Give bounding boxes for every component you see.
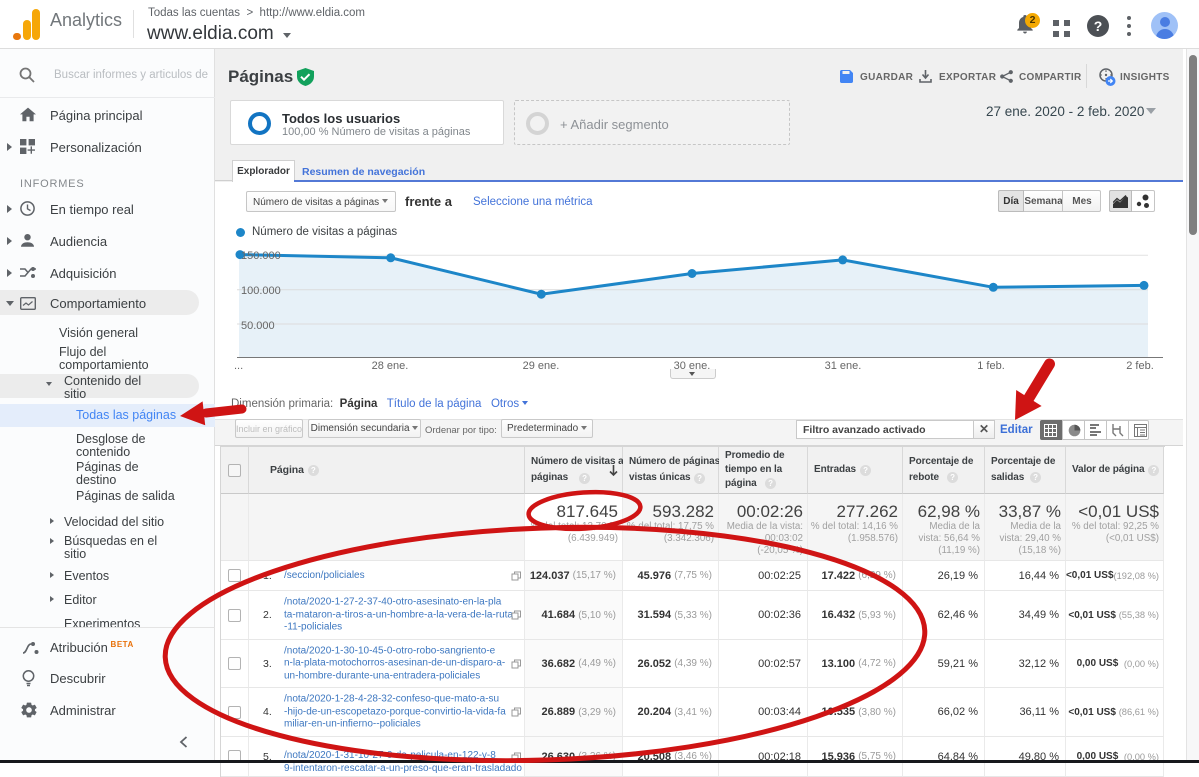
svg-text:31 ene.: 31 ene.: [825, 360, 862, 372]
svg-text:100.000: 100.000: [241, 285, 281, 297]
svg-text:2 feb.: 2 feb.: [1126, 360, 1154, 372]
svg-text:...: ...: [234, 360, 243, 372]
svg-text:28 ene.: 28 ene.: [372, 360, 409, 372]
svg-text:29 ene.: 29 ene.: [523, 360, 560, 372]
svg-text:50.000: 50.000: [241, 320, 275, 332]
svg-text:150.000: 150.000: [241, 250, 281, 262]
svg-text:1 feb.: 1 feb.: [977, 360, 1005, 372]
